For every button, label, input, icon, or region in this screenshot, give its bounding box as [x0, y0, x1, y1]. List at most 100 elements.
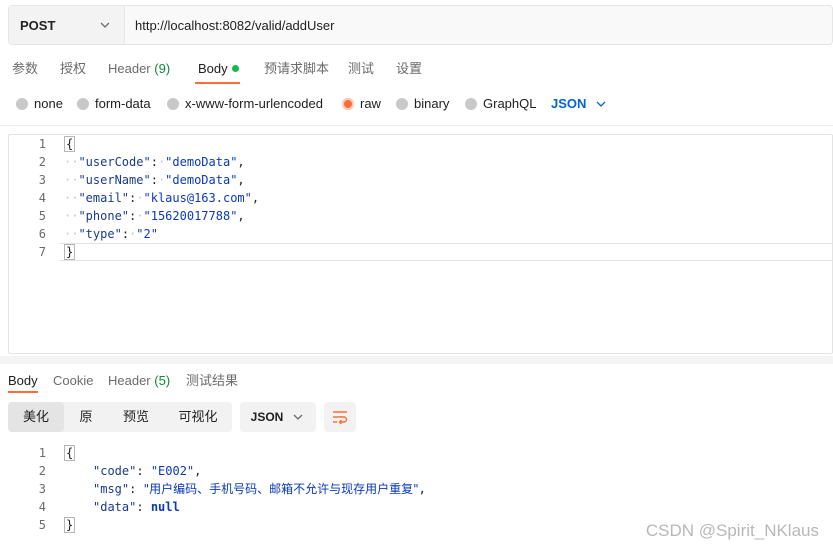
view-raw[interactable]: 原	[64, 402, 108, 432]
radio-icon	[167, 97, 179, 110]
radio-none[interactable]: none	[16, 96, 63, 111]
json-key: "data"	[93, 500, 137, 514]
line-number: 2	[38, 464, 46, 478]
code-line: 6 ··"type":·"2"	[0, 225, 833, 243]
method-label: POST	[20, 17, 56, 33]
tab-label: Body	[198, 61, 228, 76]
tab-label: 预请求脚本	[264, 61, 330, 76]
radio-icon	[396, 97, 408, 110]
modified-dot-icon	[231, 65, 239, 72]
line-number: 6	[38, 227, 46, 241]
resp-tab-headers[interactable]: Header (5)	[108, 370, 170, 394]
active-tab-underline	[8, 391, 38, 393]
line-number: 5	[38, 518, 46, 532]
json-value: "demoData"	[165, 155, 238, 169]
line-number: 4	[38, 500, 46, 514]
tab-params[interactable]: 参数	[12, 58, 38, 82]
radio-icon	[77, 97, 89, 110]
code-line: 3 "msg": "用户编码、手机号码、邮箱不允许与现存用户重复",	[0, 480, 833, 498]
radio-label: x-www-form-urlencoded	[185, 96, 323, 111]
body-format-select[interactable]: JSON	[551, 96, 608, 111]
line-number: 2	[38, 155, 46, 169]
radio-label: form-data	[95, 96, 151, 111]
resp-tab-test-results[interactable]: 测试结果	[186, 370, 238, 394]
body-type-radios: none form-data x-www-form-urlencoded raw…	[0, 96, 833, 114]
json-value: "E002"	[150, 464, 195, 478]
json-value: "2"	[136, 227, 158, 241]
header-count: (5)	[154, 373, 171, 388]
code-line: 7 }	[0, 243, 833, 261]
line-number: 1	[38, 137, 46, 151]
close-brace: }	[64, 244, 76, 260]
tab-label: 测试结果	[186, 373, 239, 388]
url-bar: POST http://localhost:8082/valid/addUser	[8, 5, 833, 45]
chevron-down-icon	[596, 101, 606, 107]
tab-label: Header	[108, 61, 151, 76]
radio-label: raw	[360, 96, 381, 111]
wrap-lines-button[interactable]	[324, 402, 356, 432]
json-key: "code"	[93, 464, 137, 478]
json-key: "phone"	[78, 209, 130, 223]
code-line: 2 ··"userCode":·"demoData",	[0, 153, 833, 171]
json-value: "klaus@163.com"	[143, 191, 252, 205]
response-format-select[interactable]: JSON	[240, 402, 316, 432]
view-visualize[interactable]: 可视化	[164, 402, 232, 432]
request-tabs: 参数 授权 Header (9) Body 预请求脚本 测试 设置	[0, 58, 833, 84]
tab-headers[interactable]: Header (9)	[108, 58, 170, 82]
tab-label: Body	[8, 373, 38, 388]
watermark: CSDN @Spirit_NKlaus	[645, 521, 819, 540]
body-format-label: JSON	[551, 96, 587, 111]
tab-body[interactable]: Body	[198, 58, 239, 82]
chevron-down-icon	[100, 22, 110, 28]
tab-auth[interactable]: 授权	[60, 58, 86, 82]
tab-label: 授权	[60, 61, 87, 76]
line-number: 4	[38, 191, 46, 205]
radio-selected-icon	[342, 97, 354, 110]
line-number: 1	[38, 446, 46, 460]
view-preview[interactable]: 预览	[108, 402, 164, 432]
method-select[interactable]: POST	[9, 6, 125, 44]
line-number: 7	[38, 245, 46, 259]
json-key: "userName"	[78, 173, 151, 187]
line-number: 3	[38, 173, 46, 187]
radio-icon	[465, 97, 477, 110]
tab-label: 测试	[348, 61, 375, 76]
radio-x-www-form-urlencoded[interactable]: x-www-form-urlencoded	[167, 96, 323, 111]
tab-pre-request-script[interactable]: 预请求脚本	[264, 58, 329, 82]
json-key: "msg"	[93, 482, 130, 496]
response-view-toggle: 美化 原 预览 可视化	[8, 402, 232, 432]
tab-label: Cookie	[53, 373, 94, 388]
radio-label: none	[34, 96, 63, 111]
active-tab-underline	[195, 82, 240, 84]
url-input[interactable]: http://localhost:8082/valid/addUser	[125, 6, 334, 44]
line-number: 5	[38, 209, 46, 223]
json-value: "demoData"	[165, 173, 238, 187]
open-brace: {	[64, 445, 76, 461]
pane-divider[interactable]	[0, 356, 833, 364]
response-format-label: JSON	[250, 410, 284, 424]
tab-label: Header	[108, 373, 151, 388]
tab-tests[interactable]: 测试	[348, 58, 374, 82]
code-line: 5 ··"phone":·"15620017788",	[0, 207, 833, 225]
radio-raw[interactable]: raw	[342, 96, 381, 111]
json-key: "email"	[78, 191, 130, 205]
comma: ,	[237, 155, 245, 169]
tab-label: 设置	[396, 61, 423, 76]
radio-graphql[interactable]: GraphQL	[465, 96, 536, 111]
wrap-lines-icon	[333, 411, 348, 425]
tab-settings[interactable]: 设置	[396, 58, 422, 82]
chevron-down-icon	[293, 414, 303, 420]
header-count: (9)	[154, 61, 171, 76]
radio-label: GraphQL	[483, 96, 537, 111]
resp-tab-cookie[interactable]: Cookie	[53, 370, 93, 394]
tab-label: 参数	[12, 61, 39, 76]
comma: ,	[251, 191, 260, 205]
line-number: 3	[38, 482, 46, 496]
view-pretty[interactable]: 美化	[8, 402, 64, 432]
radio-binary[interactable]: binary	[396, 96, 449, 111]
json-key: "userCode"	[78, 155, 151, 169]
json-value: null	[150, 500, 180, 514]
code-line: 3 ··"userName":·"demoData",	[0, 171, 833, 189]
radio-form-data[interactable]: form-data	[77, 96, 151, 111]
radio-icon	[16, 97, 28, 110]
